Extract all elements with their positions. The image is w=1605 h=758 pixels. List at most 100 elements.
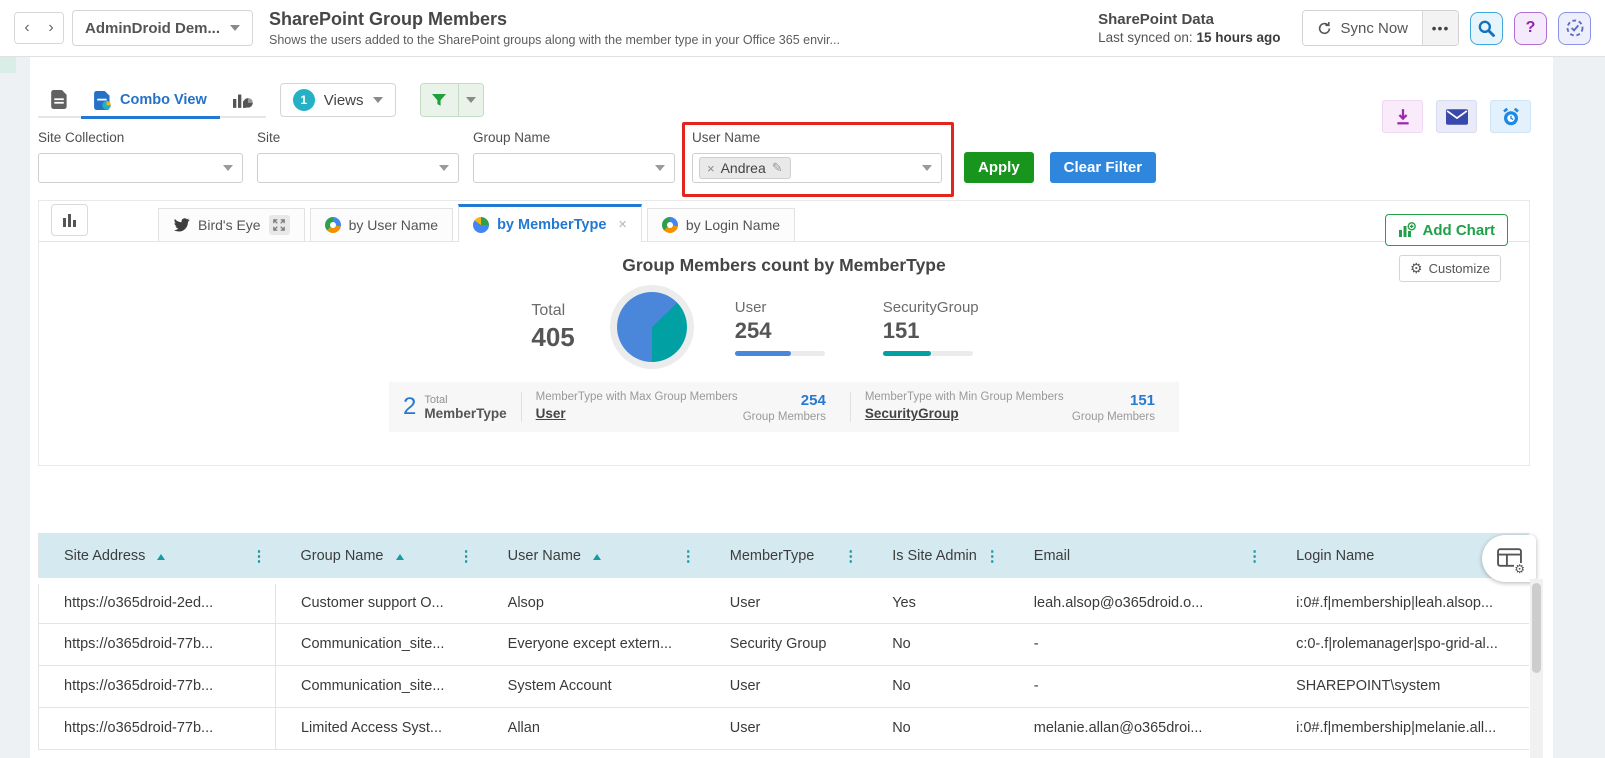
- table-cell: Allan: [482, 707, 705, 750]
- chevron-down-icon: [372, 97, 383, 103]
- table-cell: No: [867, 623, 1009, 666]
- table-cell: i:0#.f|membership|leah.alsop...: [1271, 581, 1529, 624]
- table-row[interactable]: https://o365droid-77b... Communication_si…: [38, 623, 1529, 666]
- health-check-button[interactable]: [1558, 11, 1591, 45]
- tab-by-login-name[interactable]: by Login Name: [646, 208, 796, 241]
- tab-table-view[interactable]: [38, 82, 81, 116]
- chevron-down-icon: [223, 165, 233, 171]
- remove-tag-icon[interactable]: ×: [707, 161, 715, 176]
- column-menu-icon[interactable]: ⋮: [843, 547, 858, 565]
- search-icon: [1478, 20, 1495, 37]
- apply-button[interactable]: Apply: [964, 152, 1034, 183]
- close-tab-icon[interactable]: ×: [618, 217, 626, 233]
- table-row[interactable]: https://o365droid-2ed... Customer support…: [38, 581, 1529, 624]
- edit-pencil-icon[interactable]: ✎: [772, 160, 783, 176]
- customize-button[interactable]: ⚙ Customize: [1399, 255, 1501, 282]
- column-header-is-site-admin[interactable]: Is Site Admin ⋮: [867, 533, 1009, 584]
- legend-label: User: [734, 298, 767, 316]
- column-menu-icon[interactable]: ⋮: [251, 547, 266, 565]
- table-cell: User: [704, 581, 868, 624]
- more-options-button[interactable]: •••: [1422, 11, 1458, 45]
- question-mark-icon: ?: [1525, 19, 1536, 36]
- column-menu-icon[interactable]: ⋮: [1247, 547, 1262, 565]
- tag-value: Andrea: [720, 160, 766, 176]
- divider: [520, 392, 522, 422]
- table-cell: Communication_site...: [275, 623, 483, 666]
- chart-tabs: Bird's Eye by User Name by MemberType ×: [158, 204, 800, 242]
- nav-forward-button[interactable]: ›: [39, 13, 63, 43]
- max-label: MemberType with Max Group Members: [535, 391, 738, 403]
- sync-info: SharePoint Data Last synced on: 15 hours…: [1098, 11, 1280, 45]
- table-cell: Customer support O...: [275, 581, 483, 624]
- search-button[interactable]: [1470, 11, 1503, 45]
- table-cell: -: [1008, 623, 1272, 666]
- filter-user-name-highlighted: User Name × Andrea ✎: [682, 122, 954, 197]
- top-bar: ‹ › AdminDroid Dem... SharePoint Group M…: [0, 0, 1605, 57]
- max-member-type-link[interactable]: User: [536, 406, 566, 421]
- site-select[interactable]: [257, 153, 459, 183]
- column-settings-button[interactable]: ⚙: [1482, 535, 1536, 582]
- sync-now-button[interactable]: Sync Now: [1303, 11, 1422, 45]
- legend-value: 151: [882, 317, 920, 343]
- report-title-block: SharePoint Group Members Shows the users…: [269, 9, 840, 47]
- nav-history-group: ‹ ›: [14, 12, 64, 44]
- site-collection-select[interactable]: [38, 153, 243, 183]
- clear-filter-button[interactable]: Clear Filter: [1049, 152, 1157, 183]
- last-synced-label: Last synced on:: [1098, 30, 1193, 45]
- tab-combo-view[interactable]: Combo View: [81, 85, 220, 119]
- table-row[interactable]: https://o365droid-77b... Limited Access S…: [38, 707, 1529, 750]
- mail-icon: [1445, 108, 1468, 125]
- expand-icon[interactable]: [268, 215, 290, 235]
- user-name-select[interactable]: × Andrea ✎: [692, 153, 942, 183]
- help-button[interactable]: ?: [1514, 11, 1547, 45]
- tab-by-login-name-label: by Login Name: [685, 217, 781, 233]
- summary-max-section: MemberType with Max Group Members User 2…: [536, 391, 836, 423]
- column-menu-icon[interactable]: ⋮: [459, 547, 474, 565]
- data-source-label: SharePoint Data: [1098, 11, 1214, 28]
- views-dropdown-button[interactable]: 1 Views: [279, 83, 396, 117]
- column-header-user-name[interactable]: User Name ⋮: [482, 533, 705, 584]
- schedule-alert-button[interactable]: [1490, 100, 1531, 133]
- member-type-pie: [616, 292, 687, 362]
- vertical-scrollbar[interactable]: [1530, 579, 1543, 758]
- tab-by-user-name[interactable]: by User Name: [309, 208, 454, 241]
- table-cell: User: [704, 707, 868, 750]
- scrollbar-thumb[interactable]: [1532, 583, 1541, 673]
- members-table: Site Address ⋮ Group Name ⋮ User Name ⋮ Member…: [38, 533, 1529, 750]
- table-row[interactable]: https://o365droid-77b... Communication_si…: [38, 665, 1529, 708]
- nav-back-button[interactable]: ‹: [15, 13, 39, 43]
- sync-button-group: Sync Now •••: [1302, 10, 1459, 46]
- chart-tab-bar: Bird's Eye by User Name by MemberType ×: [39, 201, 1529, 242]
- sort-asc-icon: [395, 553, 404, 560]
- table-cell: User: [704, 665, 868, 708]
- column-header-email[interactable]: Email ⋮: [1008, 533, 1272, 584]
- column-header-membertype[interactable]: MemberType ⋮: [704, 533, 868, 584]
- download-icon: [1396, 108, 1409, 124]
- min-member-type-link[interactable]: SecurityGroup: [865, 406, 959, 421]
- workspace-dropdown[interactable]: AdminDroid Dem...: [72, 10, 254, 46]
- summary-count: 2: [403, 393, 417, 420]
- email-button[interactable]: [1436, 100, 1477, 133]
- add-chart-button[interactable]: Add Chart: [1384, 214, 1508, 246]
- filter-dropdown-button[interactable]: [457, 84, 483, 116]
- max-unit: Group Members: [742, 410, 826, 423]
- group-name-label: Group Name: [473, 130, 551, 145]
- view-switcher-row: Combo View 1 Views: [38, 82, 1553, 119]
- column-menu-icon[interactable]: ⋮: [985, 547, 1000, 565]
- main-content: Combo View 1 Views Site Collection Site …: [0, 57, 1553, 758]
- column-header-group-name[interactable]: Group Name ⋮: [275, 533, 483, 584]
- app-window: ‹ › AdminDroid Dem... SharePoint Group M…: [0, 0, 1605, 758]
- table-cell: Security Group: [704, 623, 868, 666]
- column-menu-icon[interactable]: ⋮: [681, 547, 696, 565]
- chart-list-button[interactable]: [51, 204, 88, 236]
- group-name-select[interactable]: [473, 153, 675, 183]
- column-header-site-address[interactable]: Site Address ⋮: [38, 533, 276, 584]
- filter-toggle-button[interactable]: [420, 84, 458, 116]
- tab-chart-view[interactable]: [220, 82, 266, 116]
- bar-chart-icon: [62, 214, 76, 227]
- view-tabs: Combo View: [38, 82, 266, 119]
- download-button[interactable]: [1382, 100, 1423, 133]
- tab-by-member-type[interactable]: by MemberType ×: [458, 204, 642, 242]
- tab-birds-eye[interactable]: Bird's Eye: [158, 208, 305, 241]
- chevron-down-icon: [439, 165, 449, 171]
